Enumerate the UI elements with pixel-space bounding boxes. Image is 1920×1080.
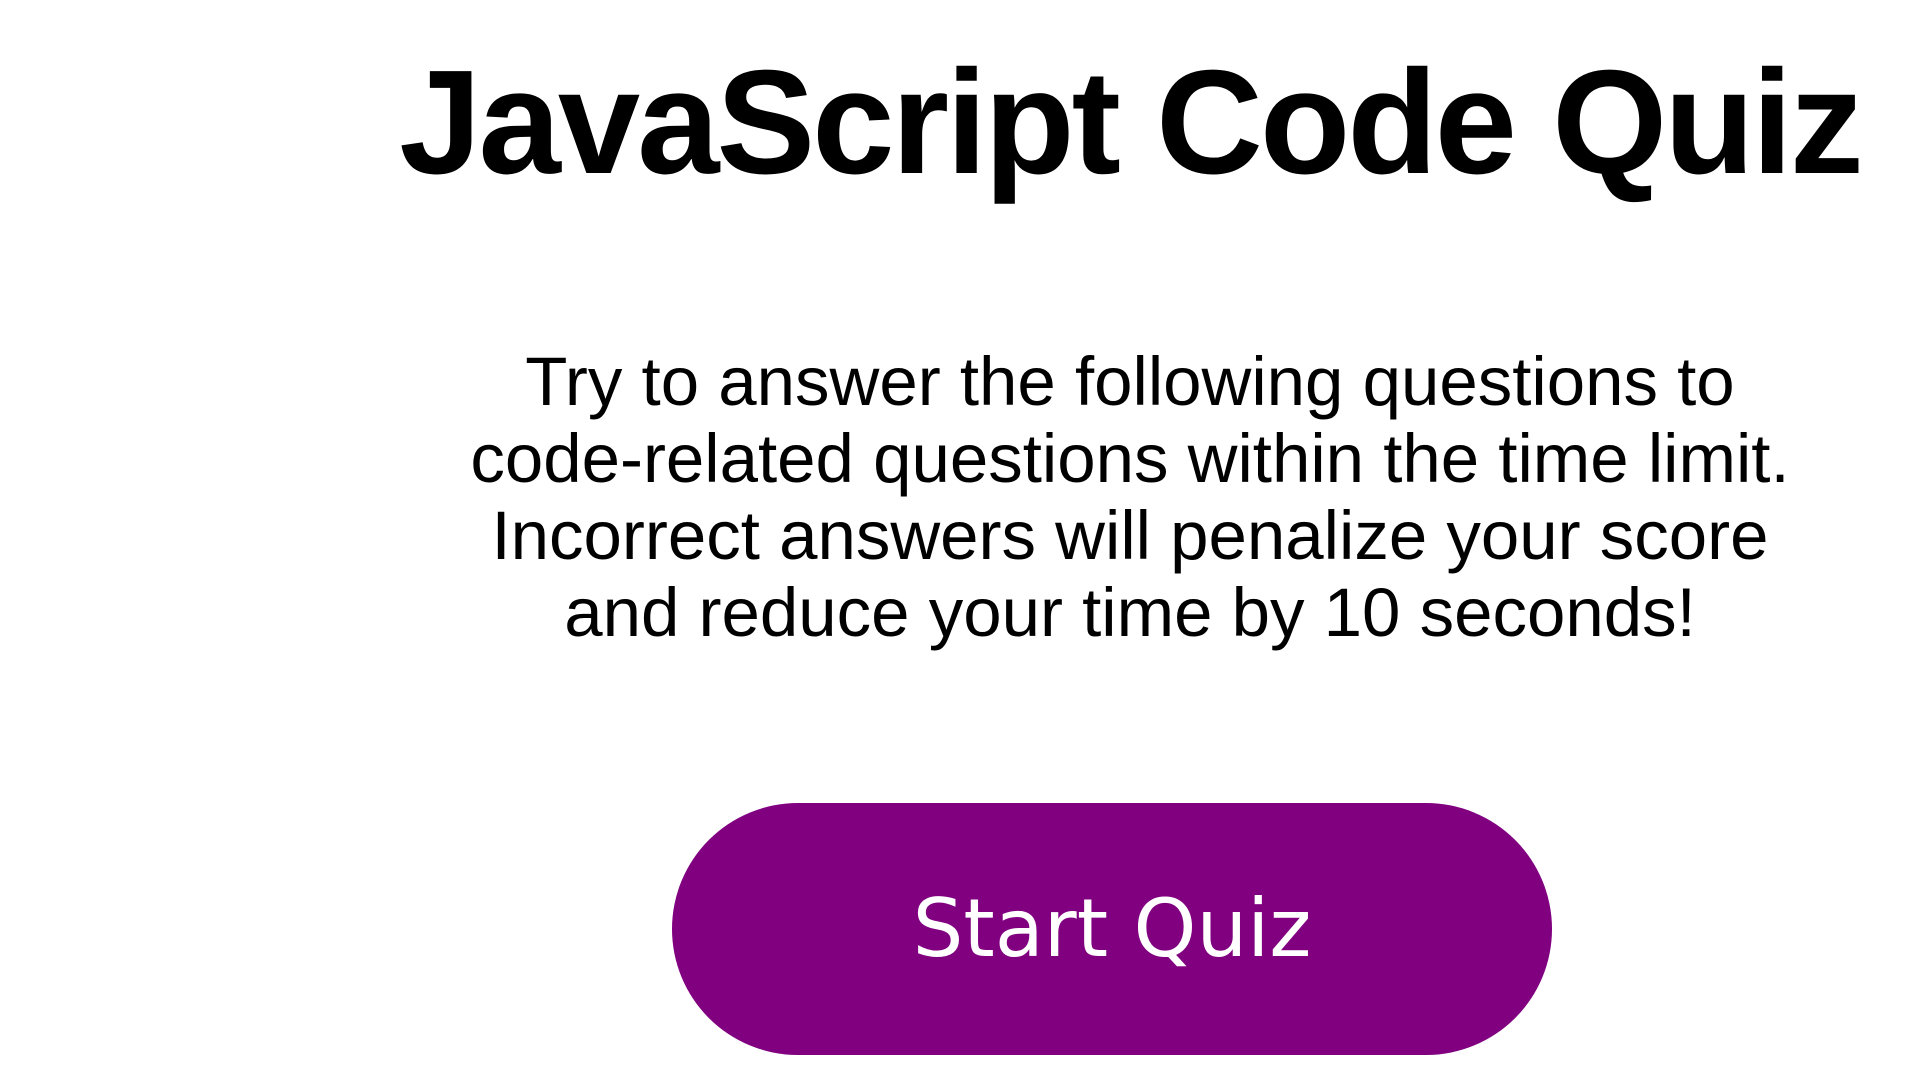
page-title: JavaScript Code Quiz <box>399 40 1864 205</box>
quiz-start-page: JavaScript Code Quiz Try to answer the f… <box>0 0 1920 1080</box>
instructions-line: Try to answer the following questions to <box>525 343 1735 420</box>
instructions-line: Incorrect answers will penalize your sco… <box>491 497 1769 574</box>
start-quiz-button[interactable]: Start Quiz <box>672 803 1552 1055</box>
quiz-instructions: Try to answer the following questions to… <box>390 343 1870 651</box>
instructions-line: and reduce your time by 10 seconds! <box>564 574 1696 651</box>
instructions-line: code-related questions within the time l… <box>470 420 1790 497</box>
